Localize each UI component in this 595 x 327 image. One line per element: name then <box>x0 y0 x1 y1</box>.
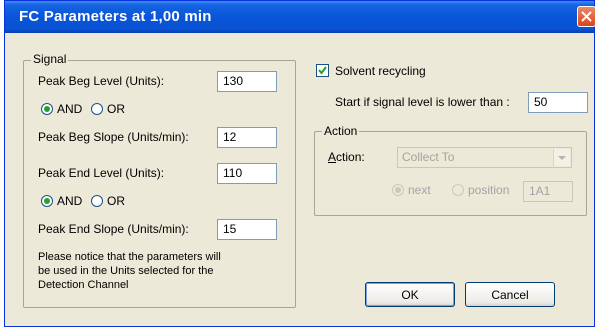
signal-legend: Signal <box>31 52 69 66</box>
and-label-1: AND <box>57 102 83 116</box>
peak-beg-level-label: Peak Beg Level (Units): <box>38 74 165 88</box>
action-label: Action: <box>328 150 365 164</box>
title-bar[interactable]: FC Parameters at 1,00 min <box>5 1 595 33</box>
start-threshold-input[interactable]: 50 <box>528 92 588 113</box>
and-radio-1[interactable] <box>41 103 53 115</box>
position-radio[interactable] <box>452 184 464 196</box>
or-radio-1[interactable] <box>91 103 103 115</box>
peak-beg-level-input[interactable]: 130 <box>217 71 277 92</box>
checkmark-icon <box>318 66 327 75</box>
fc-parameters-dialog: FC Parameters at 1,00 min Signal Peak Be… <box>4 0 595 327</box>
notice-line-2: be used in the Units selected for the <box>38 265 214 277</box>
or-radio-2[interactable] <box>91 195 103 207</box>
ok-button[interactable]: OK <box>365 282 455 307</box>
peak-end-slope-label: Peak End Slope (Units/min): <box>38 222 189 236</box>
notice-line-1: Please notice that the parameters will <box>38 251 221 263</box>
solvent-recycling-label: Solvent recycling <box>335 64 426 78</box>
action-legend: Action <box>322 124 360 138</box>
and-label-2: AND <box>57 194 83 208</box>
close-icon <box>581 11 592 22</box>
peak-end-slope-input[interactable]: 15 <box>217 219 277 240</box>
peak-beg-slope-input[interactable]: 12 <box>217 127 277 148</box>
or-label-2: OR <box>107 194 125 208</box>
close-button[interactable] <box>577 6 595 27</box>
and-radio-2[interactable] <box>41 195 53 207</box>
position-input[interactable]: 1A1 <box>523 181 573 202</box>
cancel-button[interactable]: Cancel <box>465 282 555 307</box>
action-group <box>314 131 587 216</box>
dropdown-arrow-icon[interactable] <box>553 149 570 166</box>
notice-line-3: Detection Channel <box>38 279 129 291</box>
window-title: FC Parameters at 1,00 min <box>19 8 212 25</box>
next-label: next <box>408 183 431 197</box>
action-select-value: Collect To <box>402 150 455 164</box>
start-threshold-label: Start if signal level is lower than : <box>335 95 510 109</box>
position-label: position <box>468 183 510 197</box>
solvent-recycling-checkbox[interactable] <box>316 64 329 77</box>
or-label-1: OR <box>107 102 125 116</box>
next-radio[interactable] <box>392 184 404 196</box>
peak-beg-slope-label: Peak Beg Slope (Units/min): <box>38 130 189 144</box>
peak-end-level-input[interactable]: 110 <box>217 163 277 184</box>
peak-end-level-label: Peak End Level (Units): <box>38 166 165 180</box>
action-select[interactable]: Collect To <box>397 147 572 168</box>
